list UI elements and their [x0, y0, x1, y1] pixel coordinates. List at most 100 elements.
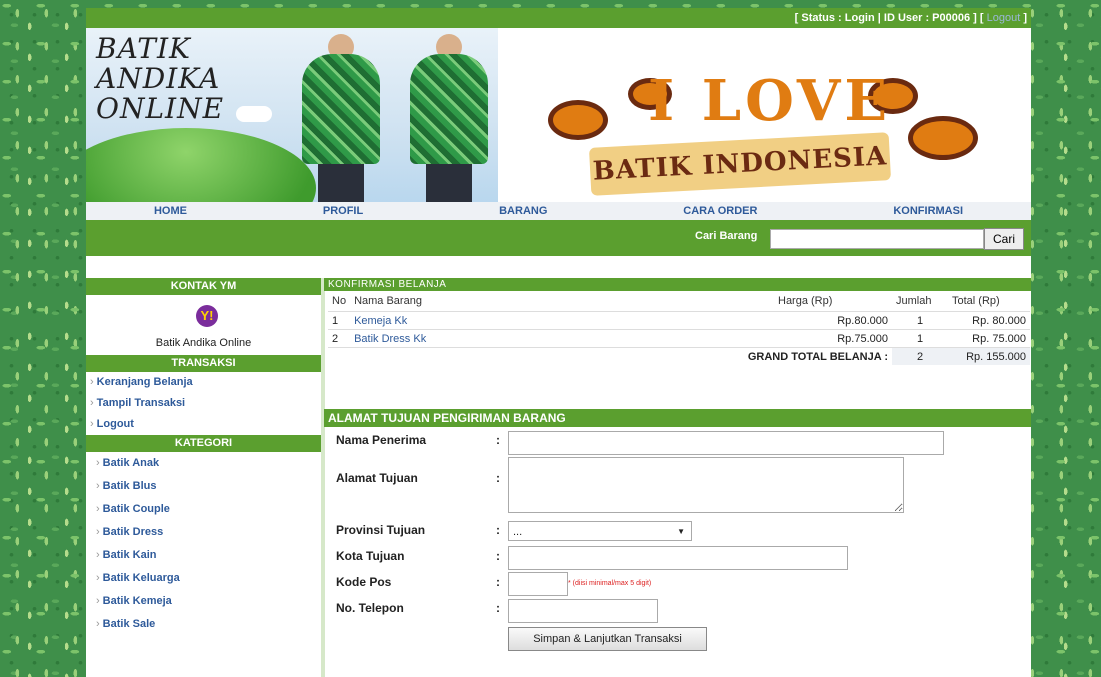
status-bar: [ Status : Login | ID User : P00006 ] [ …: [86, 8, 1031, 28]
nav-home[interactable]: HOME: [154, 205, 187, 217]
cell-total: Rp. 75.000: [948, 329, 1030, 348]
col-total: Total (Rp): [952, 295, 1000, 307]
nav-barang[interactable]: BARANG: [499, 205, 547, 217]
col-no: No: [332, 295, 347, 307]
arrow-icon: ›: [96, 503, 100, 515]
sidebar-link-keranjang[interactable]: › Keranjang Belanja: [86, 372, 321, 393]
category-batik-kemeja[interactable]: › Batik Kemeja: [86, 590, 321, 613]
colon: :: [496, 523, 500, 537]
provinsi-select[interactable]: ... ▼: [508, 521, 692, 541]
page: [ Status : Login | ID User : P00006 ] [ …: [86, 8, 1031, 677]
table-row: 1 Kemeja Kk Rp.80.000 1 Rp. 80.000: [328, 311, 1030, 330]
batik-cloud-icon: [548, 100, 608, 140]
colon: :: [496, 549, 500, 563]
category-batik-kain[interactable]: › Batik Kain: [86, 544, 321, 567]
order-table: No Nama Barang Harga (Rp) Jumlah Total (…: [328, 291, 1030, 365]
submit-button[interactable]: Simpan & Lanjutkan Transaksi: [508, 627, 707, 651]
label-kode-pos: Kode Pos: [336, 575, 392, 589]
status-close: ]: [1023, 12, 1027, 24]
cell-product-link[interactable]: Batik Dress Kk: [350, 329, 774, 348]
kode-pos-hint: * (diisi minimal/max 5 digit): [568, 580, 652, 587]
arrow-icon: ›: [96, 480, 100, 492]
nav-cara-order[interactable]: CARA ORDER: [683, 205, 757, 217]
col-harga: Harga (Rp): [778, 295, 833, 307]
cell-no: 2: [328, 329, 351, 348]
love-headline: I LOVE: [648, 68, 891, 134]
ym-label: Batik Andika Online: [155, 337, 252, 349]
sidebar-link-tampil-transaksi[interactable]: › Tampil Transaksi: [86, 393, 321, 414]
ym-box: Y! Batik Andika Online: [86, 295, 321, 355]
provinsi-selected-value: ...: [513, 526, 523, 538]
chevron-down-icon: ▼: [677, 527, 685, 536]
category-batik-keluarga[interactable]: › Batik Keluarga: [86, 567, 321, 590]
address-heading: ALAMAT TUJUAN PENGIRIMAN BARANG: [324, 409, 1031, 427]
cell-jumlah: 1: [892, 329, 948, 348]
col-nama-barang: Nama Barang: [354, 295, 422, 307]
batik-indonesia-ribbon: BATIK INDONESIA: [588, 132, 892, 196]
kategori-heading: KATEGORI: [86, 435, 321, 452]
cell-no: 1: [328, 311, 351, 330]
yahoo-messenger-icon[interactable]: Y!: [196, 305, 218, 327]
nav-konfirmasi[interactable]: KONFIRMASI: [893, 205, 963, 217]
label-alamat-tujuan: Alamat Tujuan: [336, 471, 418, 485]
search-bar: Cari Barang Cari: [86, 220, 1031, 256]
category-batik-dress[interactable]: › Batik Dress: [86, 521, 321, 544]
cell-harga: Rp.75.000: [774, 329, 892, 348]
kode-pos-input[interactable]: [508, 572, 568, 596]
arrow-icon: ›: [96, 549, 100, 561]
arrow-icon: ›: [90, 418, 94, 430]
category-batik-anak[interactable]: › Batik Anak: [86, 452, 321, 475]
cell-product-link[interactable]: Kemeja Kk: [350, 311, 774, 330]
alamat-tujuan-textarea[interactable]: [508, 457, 904, 513]
colon: :: [496, 433, 500, 447]
colon: :: [496, 575, 500, 589]
label-provinsi-tujuan: Provinsi Tujuan: [336, 523, 426, 537]
main-content: KONFIRMASI BELANJA No Nama Barang Harga …: [324, 278, 1031, 667]
logout-link[interactable]: Logout: [987, 12, 1021, 24]
love-batik-banner: I LOVE BATIK INDONESIA: [498, 28, 1031, 202]
cell-total: Rp. 80.000: [948, 311, 1030, 330]
sidebar-link-logout[interactable]: › Logout: [86, 414, 321, 435]
batik-models-image: [298, 34, 498, 202]
ym-heading: KONTAK YM: [86, 278, 321, 295]
cell-harga: Rp.80.000: [774, 311, 892, 330]
grand-total-qty: 2: [892, 347, 948, 365]
transaksi-heading: TRANSAKSI: [86, 355, 321, 372]
arrow-icon: ›: [96, 595, 100, 607]
search-button[interactable]: Cari: [984, 228, 1024, 250]
order-heading: KONFIRMASI BELANJA: [324, 278, 1031, 291]
label-nama-penerima: Nama Penerima: [336, 433, 427, 447]
site-logo: BATIK ANDIKA ONLINE: [96, 32, 225, 125]
hill-image: [86, 128, 316, 202]
header-banner: BATIK ANDIKA ONLINE I LOVE BATIK INDONES…: [86, 28, 1031, 202]
arrow-icon: ›: [90, 397, 94, 409]
category-batik-blus[interactable]: › Batik Blus: [86, 475, 321, 498]
category-batik-sale[interactable]: › Batik Sale: [86, 613, 321, 636]
colon: :: [496, 471, 500, 485]
arrow-icon: ›: [96, 457, 100, 469]
no-telepon-input[interactable]: [508, 599, 658, 623]
arrow-icon: ›: [96, 572, 100, 584]
cell-jumlah: 1: [892, 311, 948, 330]
kota-tujuan-input[interactable]: [508, 546, 848, 570]
nama-penerima-input[interactable]: [508, 431, 944, 455]
nav-profil[interactable]: PROFIL: [323, 205, 363, 217]
colon: :: [496, 601, 500, 615]
status-text: [ Status : Login | ID User : P00006 ] [: [794, 12, 984, 24]
col-jumlah: Jumlah: [896, 295, 932, 307]
search-input[interactable]: [770, 229, 984, 249]
arrow-icon: ›: [90, 376, 94, 388]
sidebar: KONTAK YM Y! Batik Andika Online TRANSAK…: [86, 278, 325, 677]
grand-total-label: GRAND TOTAL BELANJA :: [328, 347, 892, 365]
category-batik-couple[interactable]: › Batik Couple: [86, 498, 321, 521]
batik-cloud-icon: [908, 116, 978, 160]
table-header-row: No Nama Barang Harga (Rp) Jumlah Total (…: [328, 291, 1030, 312]
arrow-icon: ›: [96, 618, 100, 630]
search-label: Cari Barang: [695, 230, 758, 242]
arrow-icon: ›: [96, 526, 100, 538]
grand-total-row: GRAND TOTAL BELANJA : 2 Rp. 155.000: [328, 347, 1030, 365]
grand-total-amount: Rp. 155.000: [948, 347, 1030, 365]
label-no-telepon: No. Telepon: [336, 601, 404, 615]
label-kota-tujuan: Kota Tujuan: [336, 549, 405, 563]
main-nav: HOME PROFIL BARANG CARA ORDER KONFIRMASI: [86, 202, 1031, 220]
